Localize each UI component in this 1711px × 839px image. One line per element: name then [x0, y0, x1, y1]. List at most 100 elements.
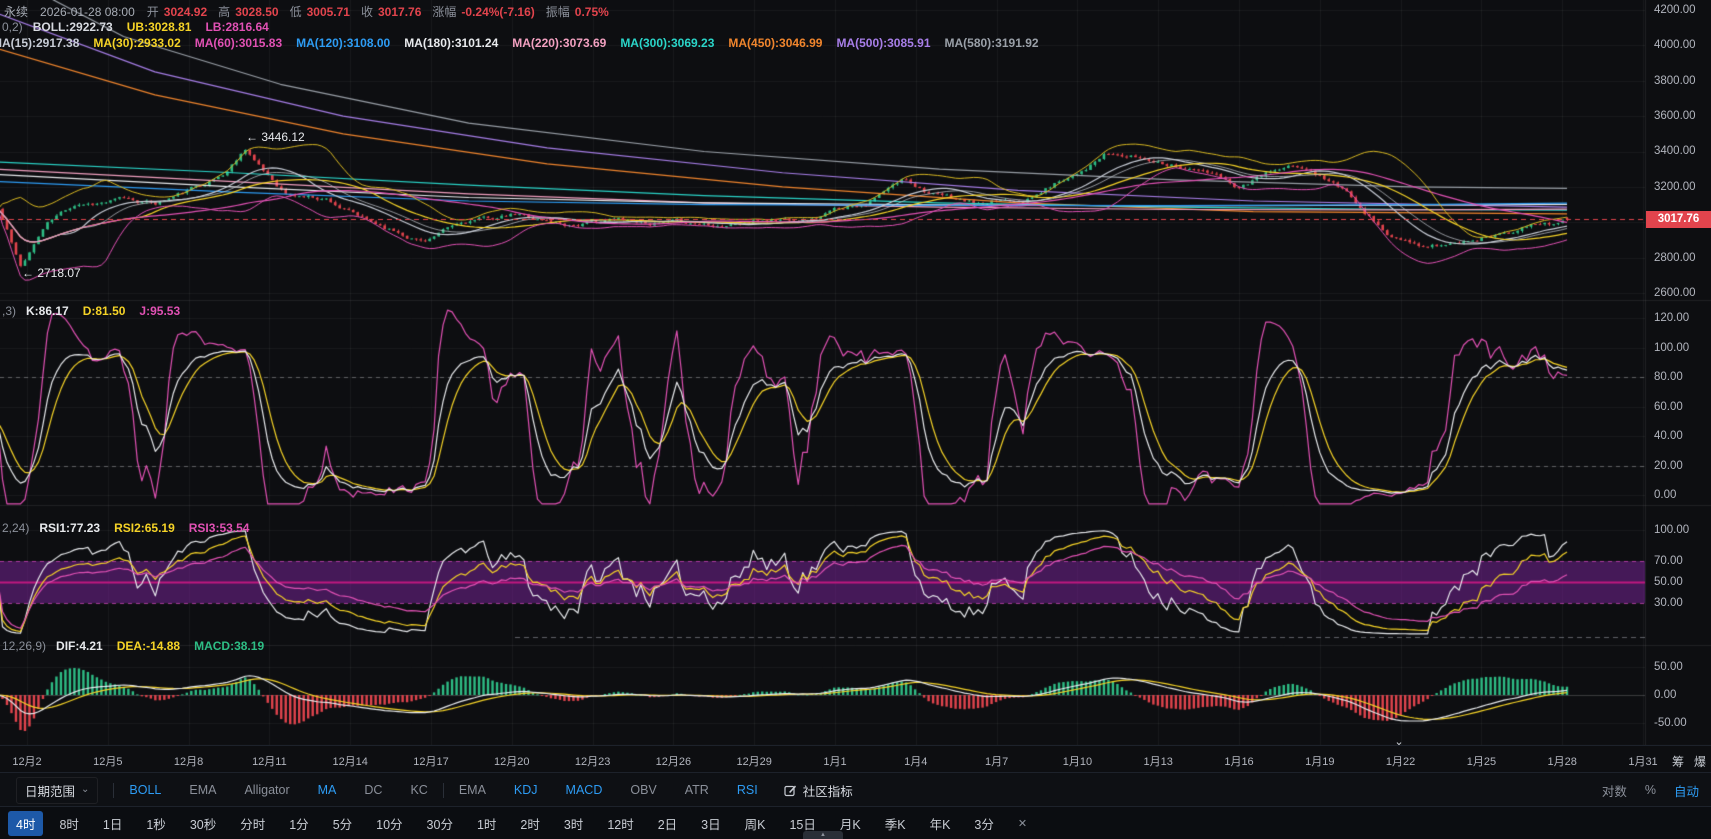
kdj-axis-label: 0.00 — [1654, 489, 1676, 501]
kdj-value: J:95.53 — [139, 304, 180, 318]
indicator-button-alligator[interactable]: Alligator — [244, 783, 289, 797]
timeframe-item[interactable]: 2日 — [658, 814, 677, 833]
contract-label: 永续 — [4, 3, 28, 20]
timeframe-item[interactable]: 1分 — [289, 814, 308, 833]
date-tick-label: 1月13 — [1144, 753, 1173, 769]
timeframe-item[interactable]: 3时 — [564, 814, 583, 833]
timeframe-item[interactable]: 月K — [840, 814, 861, 833]
timeframe-item[interactable]: 1时 — [477, 814, 496, 833]
date-range-label: 日期范围 — [25, 781, 75, 800]
chevron-down-icon[interactable]: ⌄ — [1390, 737, 1408, 749]
indicator-button-ema[interactable]: EMA — [189, 783, 216, 797]
ohlc-field-label: 振幅 — [546, 3, 570, 20]
macd-axis-label: -50.00 — [1654, 717, 1687, 729]
kdj-axis-label: 40.00 — [1654, 430, 1683, 442]
ma-value: MA(180):3101.24 — [404, 36, 498, 50]
ohlc-field-label: 低 — [290, 3, 302, 20]
community-indicators-label: 社区指标 — [803, 781, 853, 800]
date-tick-label: 12月23 — [575, 753, 610, 769]
ohlc-header: 永续 2026-01-28 08:00 开3024.92高3028.50低300… — [4, 3, 620, 20]
ohlc-field-label: 开 — [147, 3, 159, 20]
edit-icon — [784, 784, 797, 797]
timeframe-item[interactable]: 3日 — [701, 814, 720, 833]
timeframe-item[interactable]: 4时 — [8, 811, 43, 836]
trading-chart-window: 永续 2026-01-28 08:00 开3024.92高3028.50低300… — [0, 0, 1711, 839]
boll-value: UB:3028.81 — [127, 20, 192, 34]
timeframe-item[interactable]: 1日 — [103, 814, 122, 833]
date-tick-label: 1月10 — [1063, 753, 1092, 769]
low-price-annotation: ← 2718.07 — [22, 266, 81, 280]
kdj-params: ,3) — [2, 304, 16, 318]
indicator-button-obv[interactable]: OBV — [630, 783, 656, 797]
timeframe-item[interactable]: 1秒 — [146, 814, 165, 833]
date-tick-label: 12月26 — [656, 753, 691, 769]
price-axis-label: 3200.00 — [1654, 181, 1696, 193]
date-tick-label: 1月4 — [904, 753, 927, 769]
ma-value: MA(580):3191.92 — [945, 36, 1039, 50]
ohlc-field-value: 3028.50 — [235, 5, 278, 19]
chevron-down-icon: ⌄ — [81, 786, 89, 794]
timeframe-item[interactable]: 30秒 — [190, 814, 216, 833]
date-tick-label: 1月28 — [1548, 753, 1577, 769]
scale-control[interactable]: % — [1645, 783, 1656, 797]
timeframe-item[interactable]: 季K — [885, 814, 906, 833]
price-axis-label: 2600.00 — [1654, 287, 1696, 299]
date-tick-label: 12月14 — [332, 753, 367, 769]
ohlc-field-value: 3024.92 — [164, 5, 207, 19]
macd-axis-label: 50.00 — [1654, 661, 1683, 673]
timeframe-item[interactable]: 30分 — [427, 814, 453, 833]
date-tick-label: 12月8 — [174, 753, 203, 769]
timeframe-item[interactable]: 10分 — [376, 814, 402, 833]
date-tick-label: 12月11 — [252, 753, 287, 769]
kdj-axis-label: 80.00 — [1654, 371, 1683, 383]
indicator-button-kc[interactable]: KC — [410, 783, 427, 797]
price-axis-label: 3600.00 — [1654, 110, 1696, 122]
timeframe-item[interactable]: 5分 — [333, 814, 352, 833]
timeframe-item[interactable]: 2时 — [520, 814, 539, 833]
indicator-button-kdj[interactable]: KDJ — [514, 783, 538, 797]
timeframe-item[interactable]: 年K — [930, 814, 951, 833]
indicator-button-dc[interactable]: DC — [364, 783, 382, 797]
scale-control[interactable]: 自动 — [1674, 781, 1699, 800]
corner-tool-button[interactable]: 爆 — [1694, 753, 1706, 770]
date-tick-label: 12月2 — [12, 753, 41, 769]
rsi-value: RSI1:77.23 — [39, 521, 100, 535]
scale-control[interactable]: 对数 — [1602, 781, 1627, 800]
indicator-button-ma[interactable]: MA — [318, 783, 337, 797]
rsi-value: RSI2:65.19 — [114, 521, 175, 535]
ma-value: MA(300):3069.23 — [620, 36, 714, 50]
ma-value: MA(500):3085.91 — [836, 36, 930, 50]
chart-canvas[interactable] — [0, 0, 1711, 746]
indicator-button-rsi[interactable]: RSI — [737, 783, 758, 797]
corner-tool-button[interactable]: 筹 — [1672, 753, 1684, 770]
kdj-axis-label: 100.00 — [1654, 342, 1689, 354]
price-axis-label: 3400.00 — [1654, 145, 1696, 157]
date-axis[interactable]: 12月212月512月812月1112月1412月1712月2012月2312月… — [0, 745, 1711, 773]
date-tick-label: 1月16 — [1224, 753, 1253, 769]
indicator-button-ema[interactable]: EMA — [459, 783, 486, 797]
close-icon[interactable]: ✕ — [1018, 817, 1027, 830]
ohlc-field-label: 高 — [218, 3, 230, 20]
date-tick-label: 12月17 — [413, 753, 448, 769]
indicator-button-atr[interactable]: ATR — [685, 783, 709, 797]
indicator-button-macd[interactable]: MACD — [566, 783, 603, 797]
timeframe-item[interactable]: 8时 — [59, 814, 78, 833]
ohlc-field-value: 3005.71 — [307, 5, 350, 19]
timeframe-item[interactable]: 分时 — [240, 814, 265, 833]
community-indicators-button[interactable]: 社区指标 — [784, 781, 853, 800]
date-tick-label: 1月31 — [1628, 753, 1657, 769]
kdj-value: K:86.17 — [26, 304, 69, 318]
timeframe-item[interactable]: 3分 — [974, 814, 993, 833]
date-tick-label: 12月29 — [736, 753, 771, 769]
scale-controls: 对数% 自动 — [1602, 773, 1699, 807]
ma-value: MA(450):3046.99 — [728, 36, 822, 50]
ma-value: MA(220):3073.69 — [512, 36, 606, 50]
timeframe-item[interactable]: 15日 — [789, 814, 815, 833]
date-range-button[interactable]: 日期范围 ⌄ — [16, 777, 98, 804]
date-tick-label: 12月5 — [93, 753, 122, 769]
kdj-value: D:81.50 — [83, 304, 126, 318]
indicator-button-boll[interactable]: BOLL — [129, 783, 161, 797]
collapse-handle[interactable]: ▲ — [803, 831, 843, 839]
timeframe-item[interactable]: 周K — [745, 814, 766, 833]
timeframe-item[interactable]: 12时 — [607, 814, 633, 833]
